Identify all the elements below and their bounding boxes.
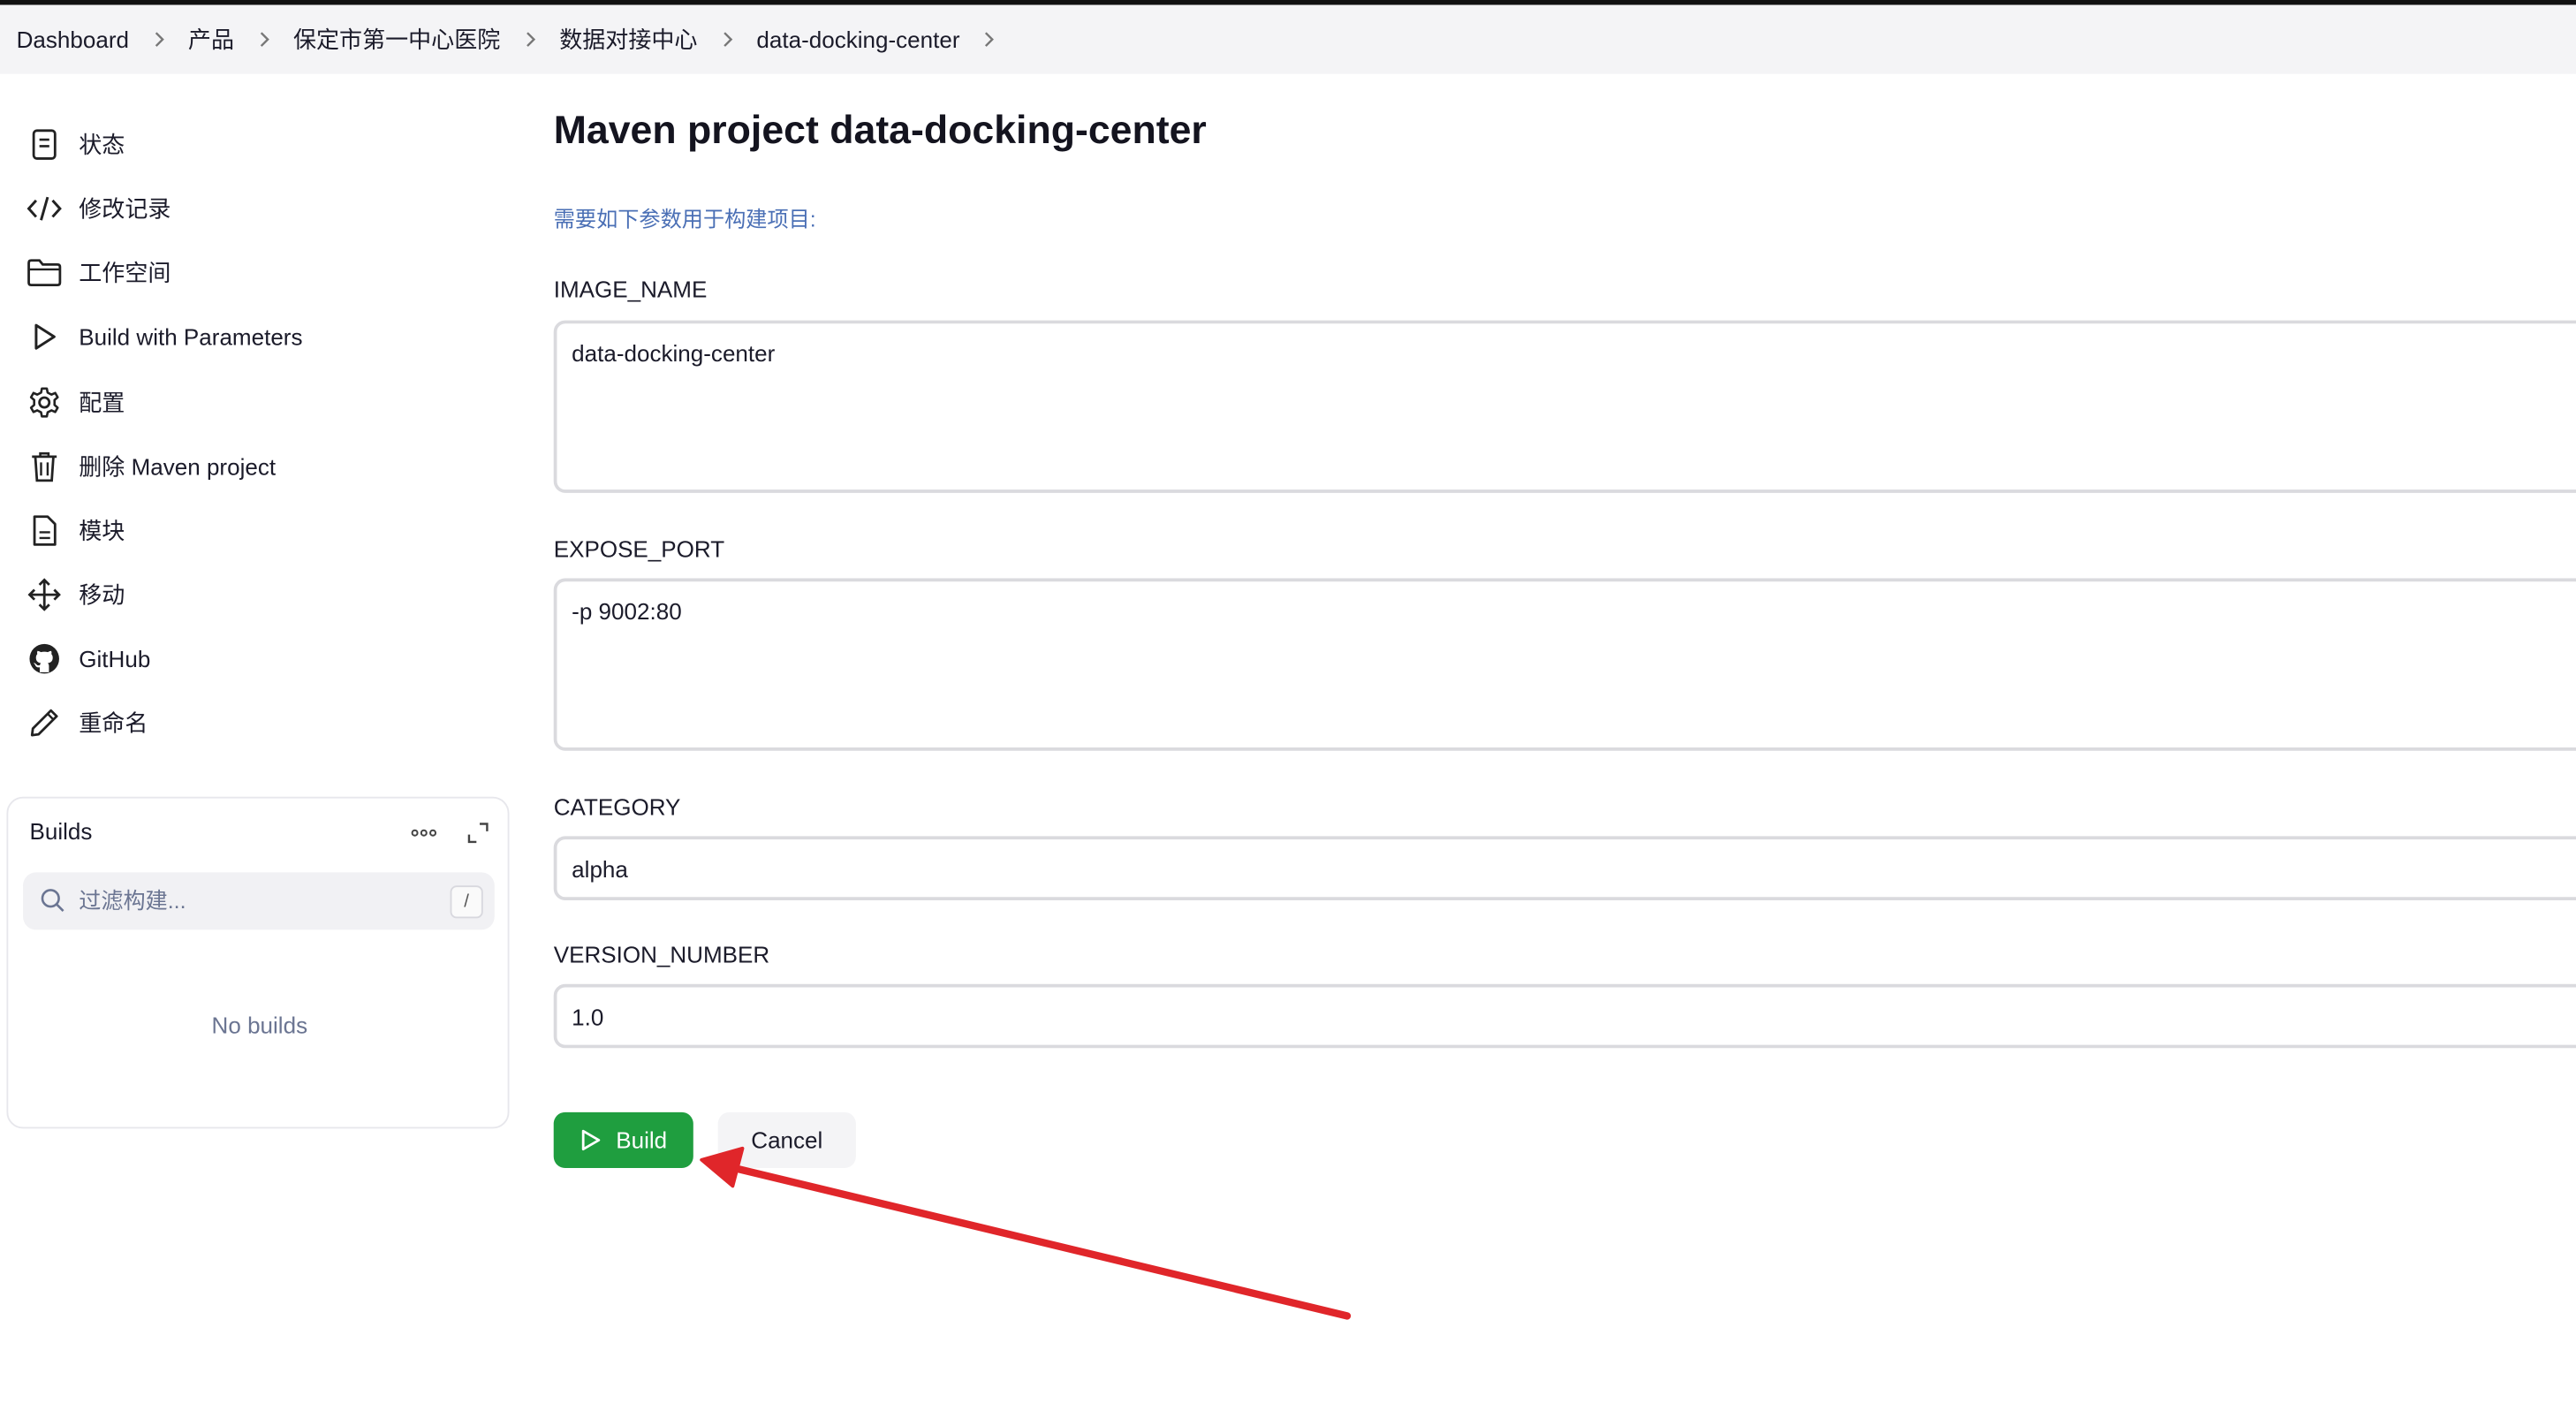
chevron-right-icon[interactable] xyxy=(981,29,998,49)
image-name-field[interactable]: data-docking-center xyxy=(553,320,2576,493)
search-icon xyxy=(40,887,66,922)
sidebar-item-label: 工作空间 xyxy=(79,259,171,286)
sidebar-item-label: 模块 xyxy=(79,517,125,544)
expose-port-field[interactable]: -p 9002:80 xyxy=(553,578,2576,751)
sidebar-item-label: 修改记录 xyxy=(79,195,171,223)
expand-icon[interactable] xyxy=(465,820,491,846)
breadcrumb-product[interactable]: 产品 xyxy=(188,23,234,56)
param-label-image-name: IMAGE_NAME xyxy=(553,276,708,303)
file-icon xyxy=(27,512,63,549)
sidebar-item-workspace[interactable]: 工作空间 xyxy=(27,247,171,300)
build-button-label: Build xyxy=(616,1126,668,1154)
breadcrumb-hospital[interactable]: 保定市第一中心医院 xyxy=(293,23,500,56)
breadcrumb-project[interactable]: data-docking-center xyxy=(756,27,959,53)
builds-search: / xyxy=(23,872,495,930)
sidebar-item-rename[interactable]: 重命名 xyxy=(27,696,148,749)
param-label-expose-port: EXPOSE_PORT xyxy=(553,535,725,562)
chevron-right-icon xyxy=(719,29,736,49)
sidebar-item-github[interactable]: GitHub xyxy=(27,633,151,686)
chevron-right-icon xyxy=(521,29,538,49)
sidebar-item-label: GitHub xyxy=(79,645,151,672)
sidebar-item-label: 配置 xyxy=(79,389,125,416)
folder-icon xyxy=(27,254,63,291)
sidebar-item-status[interactable]: 状态 xyxy=(27,118,125,171)
chevron-right-icon xyxy=(150,29,167,49)
breadcrumb-data-center[interactable]: 数据对接中心 xyxy=(559,23,697,56)
sidebar-item-label: 状态 xyxy=(79,131,125,158)
cancel-button[interactable]: Cancel xyxy=(717,1111,856,1169)
category-field[interactable] xyxy=(553,836,2576,900)
builds-title: Builds xyxy=(29,817,93,845)
builds-filter-input[interactable] xyxy=(79,872,441,930)
github-icon xyxy=(27,641,63,677)
sidebar-item-label: Build with Parameters xyxy=(79,323,303,351)
trash-icon xyxy=(27,449,63,485)
pencil-icon xyxy=(27,705,63,741)
code-icon xyxy=(27,191,63,227)
sidebar-item-move[interactable]: 移动 xyxy=(27,568,125,621)
sidebar-item-label: 重命名 xyxy=(79,709,148,737)
sidebar-item-build-with-parameters[interactable]: Build with Parameters xyxy=(27,310,303,363)
play-icon xyxy=(27,319,63,355)
cancel-button-label: Cancel xyxy=(751,1126,823,1154)
sidebar-item-label: 移动 xyxy=(79,581,125,608)
version-number-field[interactable] xyxy=(553,983,2576,1049)
chevron-right-icon xyxy=(255,29,272,49)
builds-widget: Builds / No builds xyxy=(6,796,510,1129)
parameters-description: 需要如下参数用于构建项目: xyxy=(553,207,816,232)
sidebar-item-modules[interactable]: 模块 xyxy=(27,504,125,558)
move-icon xyxy=(27,577,63,613)
sidebar-item-changes[interactable]: 修改记录 xyxy=(27,182,171,235)
param-label-category: CATEGORY xyxy=(553,793,681,820)
breadcrumb-dashboard[interactable]: Dashboard xyxy=(17,27,129,53)
param-label-version-number: VERSION_NUMBER xyxy=(553,941,770,968)
sidebar-item-label: 删除 Maven project xyxy=(79,453,277,480)
keyboard-shortcut-badge: / xyxy=(450,885,483,919)
more-options-icon[interactable] xyxy=(409,818,438,847)
empty-state-text: No builds xyxy=(211,1012,308,1039)
sidebar-item-delete-project[interactable]: 删除 Maven project xyxy=(27,440,276,493)
play-icon xyxy=(580,1128,601,1151)
document-icon xyxy=(27,126,63,163)
page-title: Maven project data-docking-center xyxy=(553,108,1207,153)
sidebar-item-configure[interactable]: 配置 xyxy=(27,376,125,429)
build-button[interactable]: Build xyxy=(553,1111,693,1169)
gear-icon xyxy=(27,384,63,421)
breadcrumb: Dashboard 产品 保定市第一中心医院 数据对接中心 data-docki… xyxy=(0,4,2576,74)
